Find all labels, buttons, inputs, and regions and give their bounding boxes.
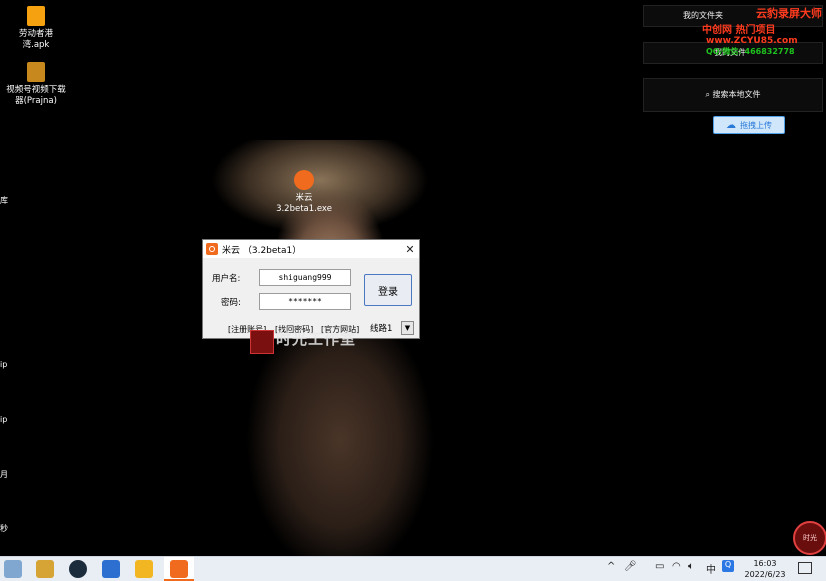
desktop-icon-video-downloader[interactable]: 视频号视频下载器(Prajna) — [6, 62, 66, 107]
volume-icon[interactable]: 🔈︎ — [688, 561, 694, 572]
miyun-exe-icon — [294, 170, 314, 190]
qq-tray-icon[interactable]: Q — [722, 560, 734, 572]
login-button[interactable]: 登录 — [364, 274, 412, 306]
line-select-value: 线路1 — [370, 324, 393, 334]
nox-app-icon[interactable] — [69, 560, 87, 578]
search-icon: ⌕ — [705, 90, 710, 99]
username-label: 用户名: — [212, 274, 241, 284]
settings-app-icon[interactable] — [36, 560, 54, 578]
line-select[interactable]: 线路1 ▼ — [370, 321, 414, 335]
miyun-app-icon[interactable] — [170, 560, 188, 578]
miyun-login-dialog: 米云 （3.2beta1） ✕ 用户名: shiguang999 密码: ***… — [202, 239, 420, 339]
wifi-icon[interactable]: ◠ — [672, 561, 681, 572]
apk-file-icon — [27, 6, 45, 26]
close-icon[interactable]: ✕ — [401, 243, 419, 256]
watermark-line3: QQ/微信: 466832778 — [706, 47, 795, 56]
username-field[interactable]: shiguang999 — [259, 269, 351, 286]
desktop-icon-label: 视频号视频下载器(Prajna) — [6, 85, 66, 106]
dialog-title-bar[interactable]: 米云 （3.2beta1） ✕ — [203, 240, 419, 258]
media-player-app-icon[interactable] — [102, 560, 120, 578]
miyun-app-icon — [206, 243, 218, 255]
battery-icon[interactable]: ▭ — [655, 561, 664, 572]
cut-desktop-label: 月 — [0, 470, 8, 479]
password-field[interactable]: ******* — [259, 293, 351, 310]
taskbar: ^ 🎤︎ ▭ ◠ 🔈︎ 中 Q 16:03 2022/6/23 — [0, 556, 826, 581]
cloud-icon: ☁ — [726, 119, 736, 131]
watermark-brand: 云豹录屏大师 — [756, 7, 822, 20]
desktop-icon-apk[interactable]: 劳动者港湾.apk — [6, 6, 66, 51]
notification-icon[interactable] — [798, 562, 812, 574]
cut-desktop-label: 秒 — [0, 524, 8, 533]
password-label: 密码: — [221, 298, 241, 308]
video-downloader-icon — [27, 62, 45, 82]
clock-time: 16:03 — [753, 559, 777, 568]
chevron-up-icon[interactable]: ^ — [607, 561, 615, 572]
watermark-line1: 中创网 热门项目 — [702, 25, 776, 36]
recorder-watermark: 云豹录屏大师 中创网 热门项目 www.ZCYU85.com QQ/微信: 46… — [702, 5, 822, 57]
watermark-line2: www.ZCYU85.com — [706, 36, 798, 46]
ime-icon[interactable]: 中 — [706, 561, 716, 576]
studio-logo-icon — [250, 330, 274, 354]
desktop-icon-miyun-exe[interactable]: 米云3.2beta1.exe — [274, 170, 334, 215]
desktop-icon-label: 米云3.2beta1.exe — [276, 193, 332, 214]
studio-watermark-text: 时光工作室 — [276, 330, 357, 348]
taskbar-clock[interactable]: 16:03 2022/6/23 — [740, 558, 790, 580]
cut-desktop-label: 库 — [0, 196, 8, 205]
studio-badge: 时光 — [793, 521, 826, 555]
search-local-files-label: 搜索本地文件 — [712, 90, 761, 99]
microphone-icon[interactable]: 🎤︎ — [624, 561, 637, 572]
cut-desktop-label: ip — [0, 360, 8, 369]
chevron-down-icon: ▼ — [401, 321, 414, 335]
desktop-icon-label: 劳动者港湾.apk — [18, 29, 53, 50]
folder-app-icon[interactable] — [135, 560, 153, 578]
search-local-files-button[interactable]: ⌕ 搜索本地文件 — [643, 78, 823, 112]
dialog-title: 米云 （3.2beta1） — [222, 245, 302, 256]
drag-upload-label: 拖拽上传 — [740, 120, 772, 130]
clock-date: 2022/6/23 — [744, 570, 786, 579]
cut-desktop-label: ip — [0, 415, 8, 424]
drag-upload-button[interactable]: ☁ 拖拽上传 — [713, 116, 785, 134]
file-explorer-app-icon[interactable] — [4, 560, 22, 578]
